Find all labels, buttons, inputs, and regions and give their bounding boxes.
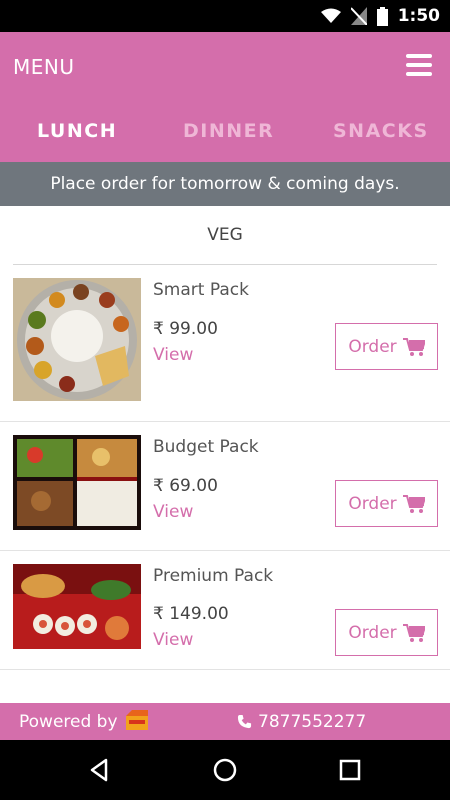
order-button[interactable]: Order [335,323,438,370]
meal-tabs: LUNCH DINNER SNACKS [0,120,450,144]
menu-item: Smart Pack ₹ 99.00 View Order [0,265,450,422]
status-time: 1:50 [397,6,440,26]
no-signal-icon [350,7,367,25]
order-button[interactable]: Order [335,480,438,527]
order-label: Order [348,493,397,514]
rupee-symbol: ₹ [153,476,164,496]
item-name: Premium Pack [153,566,274,586]
menu-item: Budget Pack ₹ 69.00 View Order [0,422,450,551]
view-link[interactable]: View [153,345,193,365]
phone-number: 7877552277 [258,711,367,732]
hamburger-icon[interactable] [406,54,432,76]
rupee-symbol: ₹ [153,319,164,339]
tab-lunch[interactable]: LUNCH [37,120,117,142]
footer: Powered by 7877552277 [0,703,450,740]
view-link[interactable]: View [153,630,193,650]
recents-icon[interactable] [336,756,364,784]
divider [0,669,450,670]
phone-icon [237,714,252,729]
powered-label: Powered by [19,711,118,732]
home-icon[interactable] [211,756,239,784]
phone-contact[interactable]: 7877552277 [237,703,366,740]
price-value: 99.00 [169,319,218,339]
cart-icon [402,337,425,356]
app-header: MENU LUNCH DINNER SNACKS [0,32,450,162]
item-name: Budget Pack [153,437,259,457]
battery-icon [376,6,388,26]
view-link[interactable]: View [153,502,193,522]
price-value: 149.00 [169,604,229,624]
order-label: Order [348,336,397,357]
item-price: ₹ 69.00 [153,476,218,496]
order-notice: Place order for tomorrow & coming days. [0,162,450,206]
order-button[interactable]: Order [335,609,438,656]
cart-icon [402,623,425,642]
bento-box-image [13,435,141,530]
back-icon[interactable] [86,756,114,784]
menu-item: Premium Pack ₹ 149.00 View Order [0,551,450,670]
rupee-symbol: ₹ [153,604,164,624]
thali-plate-image [13,278,141,401]
premium-platter-image [13,564,141,649]
system-nav-bar [0,740,450,800]
status-bar: 1:50 [0,0,450,32]
wifi-icon [320,8,341,23]
category-heading: VEG [207,225,243,245]
order-label: Order [348,622,397,643]
status-icons: 1:50 [320,0,440,32]
tab-snacks[interactable]: SNACKS [333,120,429,142]
item-name: Smart Pack [153,280,249,300]
powered-by: Powered by [19,703,150,740]
brand-logo-icon [125,709,148,730]
price-value: 69.00 [169,476,218,496]
item-price: ₹ 99.00 [153,319,218,339]
tab-dinner[interactable]: DINNER [183,120,274,142]
cart-icon [402,494,425,513]
item-price: ₹ 149.00 [153,604,229,624]
page-title: MENU [13,55,75,79]
